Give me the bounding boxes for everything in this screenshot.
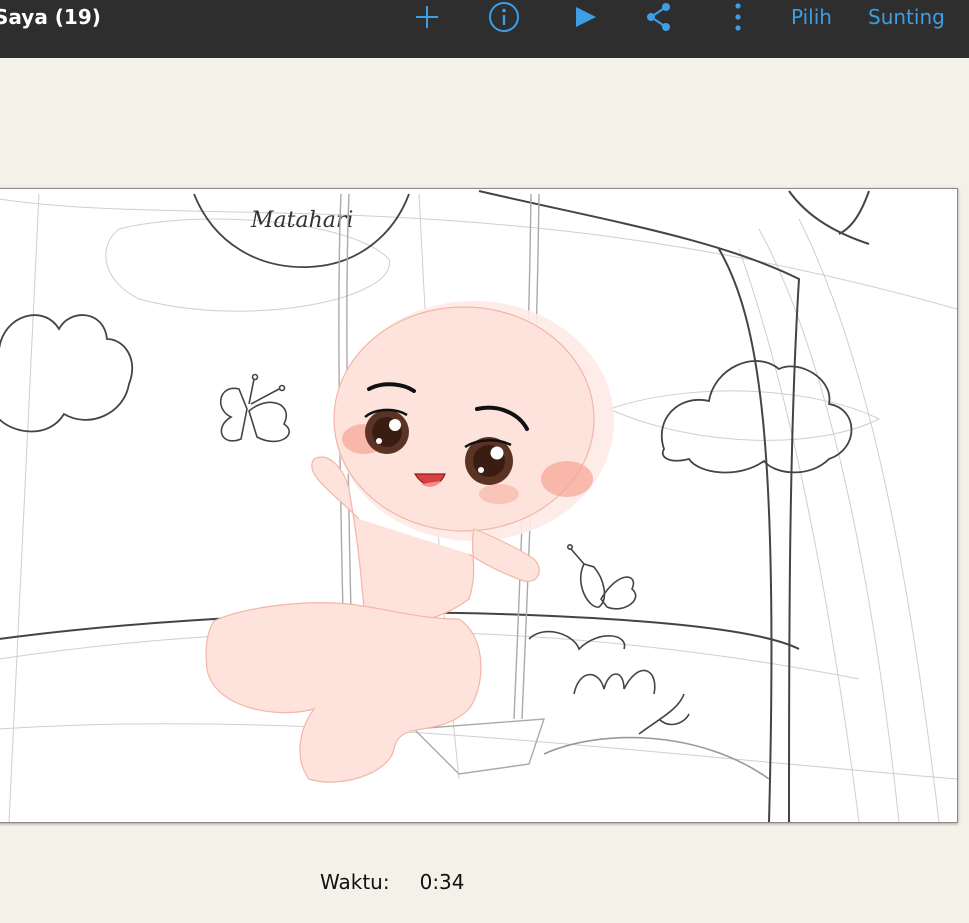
more-vertical-icon[interactable] bbox=[724, 0, 752, 34]
plus-icon[interactable] bbox=[410, 0, 444, 34]
time-label: Waktu: bbox=[320, 870, 390, 894]
artwork-canvas[interactable]: Matahari bbox=[0, 188, 958, 823]
info-icon[interactable] bbox=[486, 0, 522, 34]
sign-text: Matahari bbox=[250, 208, 353, 233]
time-value: 0:34 bbox=[419, 870, 465, 894]
edit-button[interactable]: Sunting bbox=[868, 2, 945, 32]
album-title[interactable]: Saya (19) bbox=[0, 2, 101, 32]
artwork-drawing: Matahari bbox=[0, 190, 957, 822]
time-display: Waktu: 0:34 bbox=[320, 868, 465, 896]
share-icon[interactable] bbox=[642, 0, 676, 34]
top-bar: Saya (19) Pilih Sunting bbox=[0, 0, 969, 58]
select-button[interactable]: Pilih bbox=[791, 2, 832, 32]
play-icon[interactable] bbox=[568, 0, 602, 34]
